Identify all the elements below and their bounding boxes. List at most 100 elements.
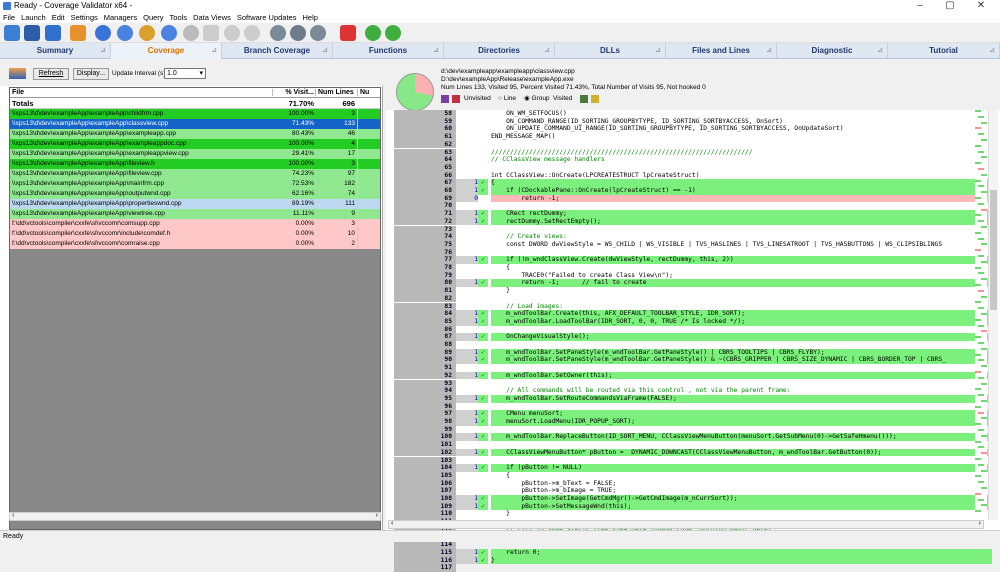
menu-item[interactable]: Software Updates [234, 12, 300, 23]
totals-row[interactable]: Totals 71.70% 696 [10, 98, 380, 109]
table-row[interactable]: \\xps13\d\dev\exampleApp\exampleApp\view… [10, 209, 380, 219]
table-row[interactable]: \\xps13\d\dev\exampleApp\exampleApp\exam… [10, 149, 380, 159]
code-line[interactable]: 60 ON_UPDATE_COMMAND_UI_RANGE(ID_SORTING… [394, 125, 992, 134]
table-row[interactable]: \\xps13\d\dev\exampleApp\exampleApp\outp… [10, 189, 380, 199]
maximize-button[interactable]: ▢ [935, 0, 965, 12]
table-row[interactable]: \\xps13\d\dev\exampleApp\exampleApp\file… [10, 159, 380, 169]
code-line[interactable]: 117 [394, 564, 992, 572]
code-line[interactable]: 70 [394, 202, 992, 211]
code-line[interactable]: 86 [394, 325, 992, 334]
launch-icon[interactable] [95, 25, 111, 41]
tab-dlls[interactable]: DLLs ⊿ [555, 43, 666, 59]
code-line[interactable]: 78 { [394, 264, 992, 272]
minimize-button[interactable]: – [905, 0, 935, 12]
menu-item[interactable]: Launch [18, 12, 49, 23]
code-horizontal-scrollbar[interactable]: ‹ › [388, 520, 984, 529]
header-file[interactable]: File [12, 89, 24, 96]
code-line[interactable]: 99 [394, 425, 992, 434]
horizontal-scrollbar[interactable]: ‹ › [9, 512, 381, 521]
menu-item[interactable]: Edit [49, 12, 68, 23]
code-line[interactable]: 71 1 ✓ CRect rectDummy; [394, 210, 992, 218]
code-line[interactable]: 107 pButton->m_bImage = TRUE; [394, 487, 992, 495]
table-row[interactable]: \\xps13\d\dev\exampleApp\exampleApp\file… [10, 169, 380, 179]
prev-unvisited-icon[interactable] [441, 95, 449, 103]
tab-tutorial[interactable]: Tutorial ⊿ [888, 43, 1000, 59]
code-line[interactable]: 100 1 ✓ m_wndToolBar.ReplaceButton(ID_SORT… [394, 433, 992, 442]
tab-functions[interactable]: Functions ⊿ [333, 43, 444, 59]
menu-item[interactable]: Query [140, 12, 166, 23]
code-line[interactable]: 82 [394, 294, 992, 303]
code-line[interactable]: 74 // Create views: [394, 233, 992, 241]
table-row[interactable]: \\xps13\d\dev\exampleApp\exampleApp\clas… [10, 119, 380, 129]
code-line[interactable]: 79 TRACE0("Failed to create Class View\n… [394, 271, 992, 280]
code-line[interactable]: 64 // CClassView message handlers [394, 156, 992, 164]
stop-icon[interactable] [183, 25, 199, 41]
tab-summary[interactable]: Summary ⊿ [0, 43, 111, 59]
code-line[interactable]: 59 ON_COMMAND_RANGE(ID_SORTING_GROUPBYTY… [394, 117, 992, 126]
pause-icon[interactable] [244, 25, 260, 41]
code-line[interactable]: 96 [394, 402, 992, 411]
code-line[interactable]: 83 // Load images: [394, 302, 992, 311]
code-line[interactable]: 108 1 ✓ pButton->SetImage(GetCmdMgr()->Get… [394, 495, 992, 503]
code-line[interactable]: 61 END_MESSAGE_MAP() [394, 133, 992, 141]
next-unvisited-icon[interactable] [452, 95, 460, 103]
table-row[interactable]: \\xps13\d\dev\exampleApp\exampleApp\main… [10, 179, 380, 189]
table-row[interactable]: \\xps13\d\dev\exampleApp\exampleApp\chil… [10, 109, 380, 119]
next-visited-icon[interactable] [591, 95, 599, 103]
coverage-minimap[interactable] [975, 110, 987, 520]
table-row[interactable]: f:\dd\vctools\compiler\cxxfe\sl\vccomr\c… [10, 219, 380, 229]
tab-diagnostic[interactable]: Diagnostic ⊿ [777, 43, 888, 59]
menu-item[interactable]: Help [299, 12, 320, 23]
zoom-in-icon[interactable] [270, 25, 286, 41]
code-line[interactable]: 72 1 ✓ rectDummy.SetRectEmpty(); [394, 217, 992, 226]
code-line[interactable]: 76 [394, 248, 992, 257]
scroll-right-icon[interactable]: › [979, 520, 981, 527]
menu-item[interactable]: Settings [68, 12, 101, 23]
inject-icon[interactable] [117, 25, 133, 41]
code-line[interactable]: 77 1 ✓ if (!m_wndClassView.Create(dwViewSt… [394, 256, 992, 264]
code-line[interactable]: 58 ON_WM_SETFOCUS() [394, 110, 992, 118]
update-interval-select[interactable]: 1.0 ▾ [164, 68, 206, 79]
source-code-view[interactable]: 58 ON_WM_SETFOCUS() 59 ON_COMMAND_RANGE(I… [386, 110, 992, 572]
code-line[interactable]: 84 1 ✓ m_wndToolBar.Create(this, AFX_DEFAU… [394, 310, 992, 318]
play-icon[interactable] [224, 25, 240, 41]
code-line[interactable]: 88 [394, 341, 992, 349]
code-line[interactable]: 66 int CClassView::OnCreate(LPCREATESTRUC… [394, 171, 992, 180]
code-line[interactable]: 75 const DWORD dwViewStyle = WS_CHILD | … [394, 240, 992, 249]
zoom-out-icon[interactable] [290, 25, 306, 41]
code-line[interactable]: 110 } [394, 510, 992, 519]
table-row[interactable]: \\xps13\d\dev\exampleApp\exampleApp\exam… [10, 139, 380, 149]
display-button[interactable]: Display... [73, 68, 109, 80]
help-icon[interactable] [45, 25, 61, 41]
zoom-reset-icon[interactable] [310, 25, 326, 41]
code-line[interactable]: 91 [394, 364, 992, 372]
refresh-icon[interactable] [365, 25, 381, 41]
refresh-icon[interactable] [9, 68, 26, 79]
code-line[interactable]: 103 [394, 456, 992, 465]
scroll-left-icon[interactable]: ‹ [12, 512, 14, 519]
code-line[interactable]: 68 1 ✓ if (CDockablePane::OnCreate(lpCreat… [394, 187, 992, 195]
scroll-left-icon[interactable]: ‹ [391, 520, 393, 527]
code-line[interactable]: 63 //////////////////////////////////////… [394, 148, 992, 157]
code-line[interactable]: 69 0 return -1; [394, 194, 992, 203]
code-line[interactable]: 73 [394, 225, 992, 234]
code-line[interactable]: 106 pButton->m_bText = FALSE; [394, 479, 992, 488]
tab-directories[interactable]: Directories ⊿ [444, 43, 555, 59]
code-line[interactable]: 93 [394, 379, 992, 388]
code-line[interactable]: 92 1 ✓ m_wndToolBar.SetOwner(this); [394, 371, 992, 380]
code-line[interactable]: 67 1 ✓{ [394, 179, 992, 187]
table-row[interactable]: \\xps13\d\dev\exampleApp\exampleApp\exam… [10, 129, 380, 139]
monitor-icon[interactable] [139, 25, 155, 41]
code-line[interactable]: 115 1 ✓ return 0; [394, 548, 992, 557]
code-line[interactable]: 62 [394, 140, 992, 149]
code-line[interactable]: 104 1 ✓ if (pButton != NULL) [394, 464, 992, 472]
header-percent-visited[interactable]: % Visit... [272, 89, 314, 96]
code-line[interactable]: 65 [394, 163, 992, 172]
table-row[interactable]: f:\dd\vctools\compiler\cxxfe\sl\vccomr\i… [10, 229, 380, 239]
code-line[interactable]: 90 1 ✓ m_wndToolBar.SetPaneStyle(m_wndTool… [394, 356, 992, 365]
code-line[interactable]: 87 1 ✓ OnChangeVisualStyle(); [394, 333, 992, 341]
merge-icon[interactable] [385, 25, 401, 41]
scrollbar-thumb[interactable] [990, 190, 997, 310]
wait-icon[interactable] [161, 25, 177, 41]
tab-coverage[interactable]: Coverage ⊿ [111, 43, 222, 59]
